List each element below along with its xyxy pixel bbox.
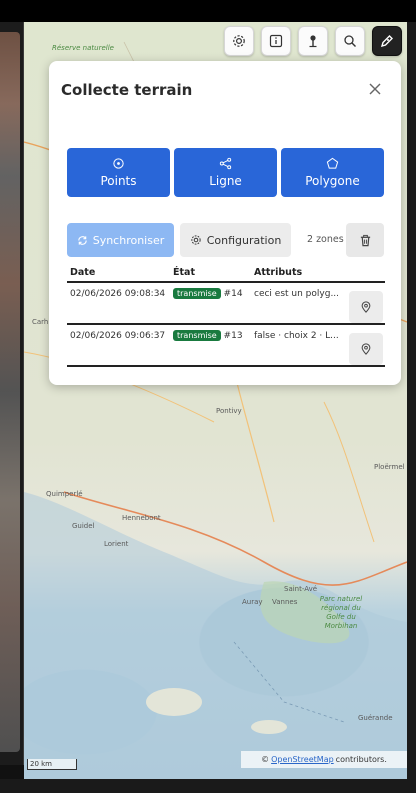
- sync-icon: [78, 235, 87, 245]
- gear-icon: [233, 35, 245, 47]
- pin-icon: [309, 35, 317, 48]
- row-status: transmise #13: [173, 330, 243, 341]
- delete-all-button[interactable]: [346, 223, 384, 257]
- gear-icon: [191, 235, 201, 245]
- search-button[interactable]: [335, 26, 365, 56]
- row-id: #13: [223, 331, 243, 341]
- info-icon: [269, 34, 283, 48]
- points-label: Points: [100, 174, 137, 188]
- pencil-icon: [380, 35, 393, 48]
- table-row: 02/06/2026 09:06:37 transmise #13 false …: [67, 325, 385, 367]
- line-label: Ligne: [209, 174, 242, 188]
- target-icon: [113, 158, 124, 169]
- row-date: 02/06/2026 09:08:34: [70, 289, 166, 299]
- zoom-to-zone-button[interactable]: [349, 291, 383, 323]
- map-attribution: © OpenStreetMap contributors.: [241, 751, 407, 768]
- search-icon: [344, 35, 356, 47]
- table-row: 02/06/2026 09:08:34 transmise #14 ceci e…: [67, 283, 385, 325]
- field-collection-panel: Collecte terrain Points Ligne Polygone S…: [49, 61, 401, 385]
- map-label-pontivy: Pontivy: [216, 407, 242, 415]
- map-label-hennebont: Hennebont: [122, 514, 161, 522]
- pentagon-icon: [326, 157, 339, 169]
- row-attributes: ceci est un polyg...: [254, 289, 340, 299]
- zones-count: 2 zones: [307, 234, 344, 245]
- attribution-suffix: contributors.: [335, 755, 387, 764]
- sync-label: Synchroniser: [92, 233, 165, 247]
- line-button[interactable]: Ligne: [174, 148, 277, 197]
- settings-button[interactable]: [224, 26, 254, 56]
- geometry-mode-buttons: Points Ligne Polygone: [67, 148, 384, 197]
- map-label-lorient: Lorient: [104, 540, 129, 548]
- configuration-label: Configuration: [206, 233, 282, 247]
- status-badge: transmise: [173, 330, 221, 341]
- sync-button[interactable]: Synchroniser: [67, 223, 174, 257]
- polygon-label: Polygone: [305, 174, 360, 188]
- map-label-carhaix: Carh: [32, 318, 49, 326]
- row-date: 02/06/2026 09:06:37: [70, 331, 166, 341]
- header-attributes: Attributs: [254, 267, 303, 278]
- polygon-button[interactable]: Polygone: [281, 148, 384, 197]
- attribution-prefix: ©: [261, 755, 270, 764]
- table-header: Date État Attributs: [67, 265, 385, 283]
- sync-toolbar: Synchroniser Configuration 2 zones: [67, 223, 385, 257]
- zones-table: Date État Attributs 02/06/2026 09:08:34 …: [67, 265, 385, 367]
- left-side-panel: [0, 22, 24, 793]
- close-icon[interactable]: [367, 81, 383, 97]
- draw-button[interactable]: [372, 26, 402, 56]
- map-label-quimperle: Quimperlé: [46, 490, 83, 498]
- row-attributes: false · choix 2 · L...: [254, 331, 339, 341]
- map-label-saint-ave: Saint-Avé: [284, 585, 318, 593]
- openstreetmap-link[interactable]: OpenStreetMap: [271, 755, 334, 764]
- map-label-guerande: Guérande: [358, 714, 393, 722]
- map-label-parc: Parc naturel régional du Golfe du Morbih…: [319, 595, 363, 630]
- status-badge: transmise: [173, 288, 221, 299]
- info-button[interactable]: [261, 26, 291, 56]
- map-scale: 20 km: [27, 759, 77, 770]
- header-status: État: [173, 267, 195, 278]
- map-label-guidel: Guidel: [72, 522, 95, 530]
- map-label-vannes: Vannes: [272, 598, 298, 606]
- map-toolbar: [224, 26, 402, 56]
- right-edge: [407, 22, 416, 793]
- location-icon: [361, 301, 371, 313]
- locate-button[interactable]: [298, 26, 328, 56]
- bottom-edge: [0, 779, 416, 793]
- share-icon: [219, 157, 232, 170]
- row-id: #14: [223, 289, 243, 299]
- map-label-reserve: Réserve naturelle: [52, 44, 114, 52]
- map-label-ploermel: Ploërmel: [374, 463, 405, 471]
- configuration-button[interactable]: Configuration: [180, 223, 291, 257]
- zoom-to-zone-button[interactable]: [349, 333, 383, 365]
- trash-icon: [360, 234, 370, 246]
- left-panel-preview: [0, 32, 20, 752]
- row-status: transmise #14: [173, 288, 243, 299]
- header-date: Date: [70, 267, 96, 278]
- location-icon: [361, 343, 371, 355]
- points-button[interactable]: Points: [67, 148, 170, 197]
- map-label-auray: Auray: [242, 598, 263, 606]
- panel-title: Collecte terrain: [61, 81, 193, 99]
